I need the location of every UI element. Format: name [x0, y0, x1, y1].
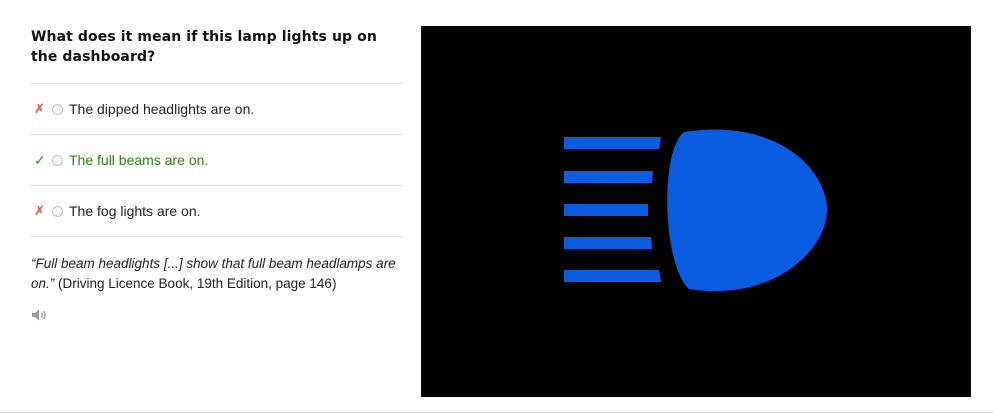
radio-button[interactable] [52, 205, 63, 217]
answer-list: ✗ The dipped headlights are on. ✓ The fu… [31, 83, 403, 237]
beam-line [564, 137, 661, 149]
checkmark-icon: ✓ [34, 151, 46, 168]
beam-line [564, 270, 661, 282]
divider [0, 412, 993, 413]
answer-option-2[interactable]: ✓ The full beams are on. [31, 135, 403, 186]
radio-button[interactable] [52, 103, 63, 115]
cross-icon: ✗ [34, 203, 45, 218]
headlamp-shape [667, 129, 827, 292]
explanation-source: (Driving Licence Book, 19th Edition, pag… [54, 276, 337, 291]
lamp-image-panel [421, 26, 971, 397]
question-text: What does it mean if this lamp lights up… [31, 29, 377, 65]
answer-option-3[interactable]: ✗ The fog lights are on. [31, 186, 403, 237]
answer-label: The dipped headlights are on. [69, 101, 255, 117]
full-beam-headlight-icon [564, 129, 827, 292]
beam-line [564, 171, 653, 183]
question-panel: What does it mean if this lamp lights up… [31, 27, 403, 322]
beam-line [564, 237, 652, 249]
answer-label: The fog lights are on. [69, 203, 201, 219]
cross-icon: ✗ [34, 101, 45, 116]
explanation-text: “Full beam headlights [...] show that fu… [31, 254, 403, 294]
speaker-icon[interactable] [31, 308, 49, 322]
beam-line [564, 204, 648, 216]
answer-label: The full beams are on. [69, 152, 209, 168]
answer-option-1[interactable]: ✗ The dipped headlights are on. [31, 84, 403, 135]
radio-button[interactable] [52, 154, 63, 166]
